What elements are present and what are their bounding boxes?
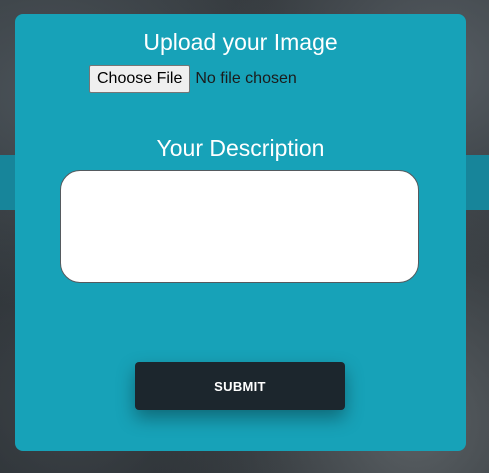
description-title: Your Description [156, 135, 325, 161]
description-textarea[interactable] [60, 170, 419, 283]
submit-button[interactable]: SUBMIT [135, 362, 345, 410]
upload-title: Upload your Image [143, 29, 338, 55]
file-status-text: No file chosen [195, 70, 297, 87]
upload-form-panel: Upload your Image Choose File No file ch… [15, 14, 466, 451]
file-input[interactable]: Choose File No file chosen [89, 64, 297, 94]
choose-file-button[interactable]: Choose File [89, 65, 191, 93]
